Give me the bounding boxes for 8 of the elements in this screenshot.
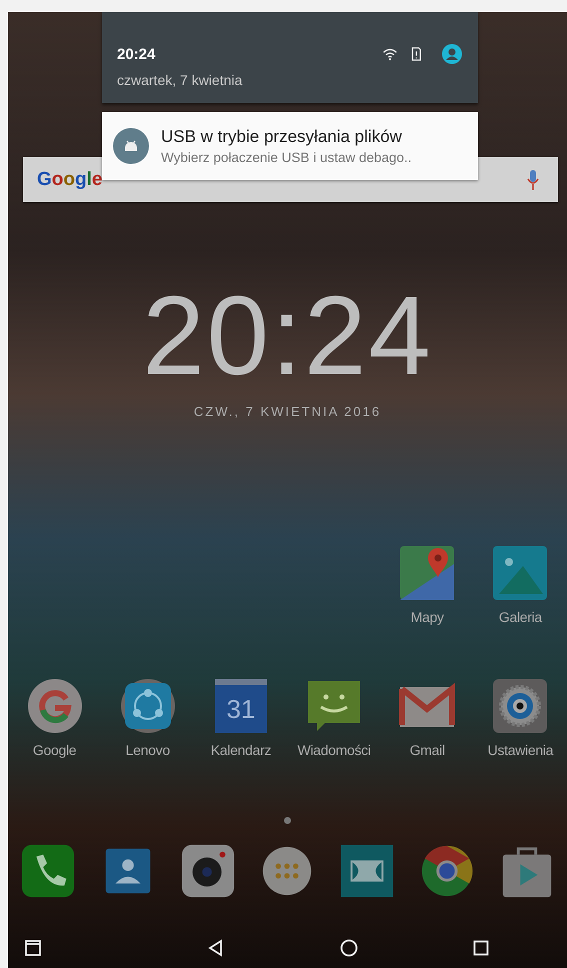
google-logo: Google [37,168,102,190]
clock-date: CZW., 7 KWIETNIA 2016 [192,404,382,419]
calendar-date: 31 [226,694,256,724]
notification-title: USB w trybie przesyłania plików [161,127,403,147]
notification-text: Wybierz połaczenie USB i ustaw debago.. [161,150,412,165]
status-time: 20:24 [117,46,156,62]
clock-time: 20:24 [141,280,434,392]
status-date: czwartek, 7 kwietnia [117,72,244,88]
